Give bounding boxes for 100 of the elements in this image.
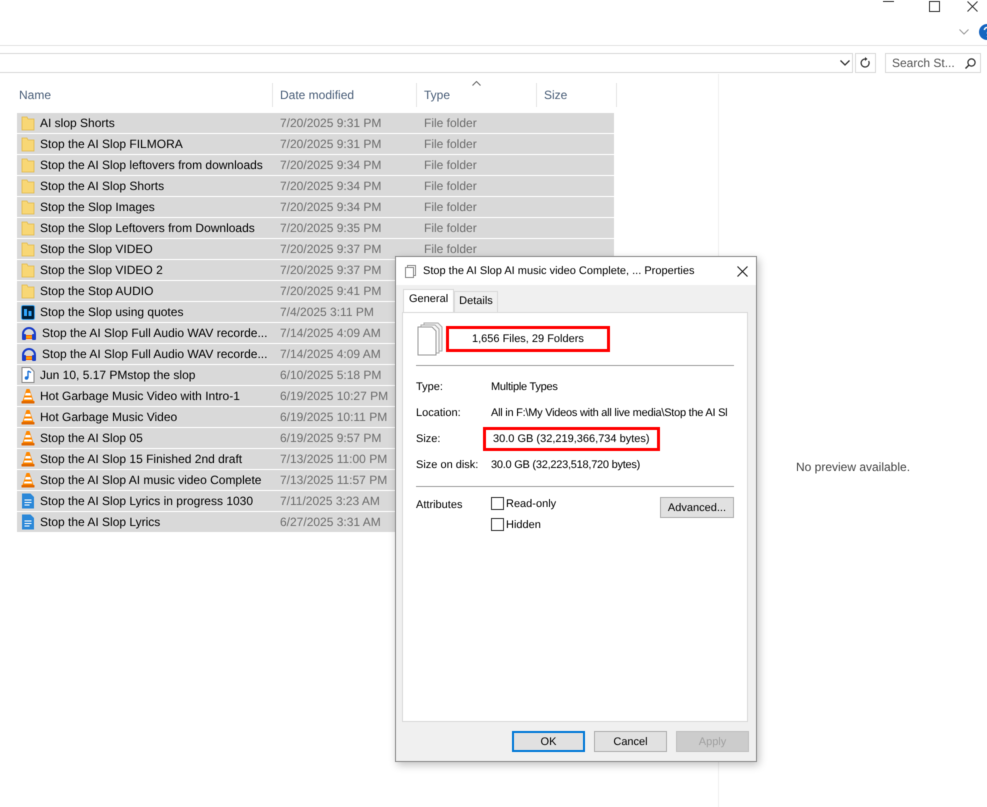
refresh-icon xyxy=(860,57,871,69)
file-name: Stop the AI Slop FILMORA xyxy=(40,137,183,151)
preview-message: No preview available. xyxy=(796,460,910,474)
file-row[interactable]: Stop the Slop Leftovers from Downloads 7/20/2025 9:35 PM File folder xyxy=(17,218,614,239)
file-type: File folder xyxy=(424,200,477,214)
folder-icon xyxy=(21,200,35,214)
file-type: File folder xyxy=(424,221,477,235)
maximize-icon[interactable] xyxy=(928,1,940,12)
date-modified: 7/4/2025 3:11 PM xyxy=(280,305,374,319)
close-icon[interactable] xyxy=(966,1,978,12)
property-label: Size on disk: xyxy=(416,459,480,471)
help-icon[interactable] xyxy=(977,24,987,40)
folder-icon xyxy=(21,220,35,236)
file-row[interactable]: Stop the AI Slop FILMORA 7/20/2025 9:31 PM File folder xyxy=(17,134,614,155)
checkbox[interactable] xyxy=(491,497,504,510)
date-modified: 7/14/2025 4:09 AM xyxy=(280,347,381,361)
headphones-icon xyxy=(21,326,37,340)
file-name: Hot Garbage Music Video with Intro-1 xyxy=(40,389,240,403)
file-name: Stop the AI Slop Full Audio WAV recorde... xyxy=(42,347,268,361)
file-name: Stop the AI Slop Lyrics in progress 1030 xyxy=(40,494,254,508)
folder-icon xyxy=(21,284,35,298)
file-name: Stop the AI Slop AI music video Complete xyxy=(40,473,262,487)
tab[interactable]: General xyxy=(403,289,454,312)
date-modified: 6/19/2025 10:11 PM xyxy=(280,410,388,424)
date-modified: 7/13/2025 11:00 PM xyxy=(280,452,388,466)
property-label: Size: xyxy=(416,433,442,445)
file-count: 1,656 Files, 29 Folders xyxy=(472,333,584,345)
search-field[interactable]: Search St... xyxy=(885,53,981,73)
date-modified: 7/20/2025 9:34 PM xyxy=(280,200,382,214)
file-name: Stop the AI Slop Shorts xyxy=(40,179,164,193)
folder-icon xyxy=(21,242,35,256)
checkbox-label: Hidden xyxy=(506,518,541,530)
file-type: File folder xyxy=(424,179,477,193)
file-name: Stop the Slop VIDEO xyxy=(40,242,153,256)
file-name: Stop the AI Slop 15 Finished 2nd draft xyxy=(40,452,242,466)
file-row[interactable]: Stop the Slop Images 7/20/2025 9:34 PM File folder xyxy=(17,197,614,218)
file-name: Stop the Slop Leftovers from Downloads xyxy=(40,221,255,235)
traffic-cone-icon xyxy=(21,388,35,404)
file-name: Stop the AI Slop Full Audio WAV recorde... xyxy=(42,326,268,340)
file-name: AI slop Shorts xyxy=(40,116,115,130)
headphones-icon xyxy=(21,346,37,362)
file-type: File folder xyxy=(424,242,477,256)
date-modified: 6/19/2025 9:57 PM xyxy=(280,431,382,445)
column-header[interactable]: Name xyxy=(17,83,273,107)
dialog-button[interactable]: Cancel xyxy=(594,731,667,752)
checkbox[interactable] xyxy=(491,518,504,531)
attributes-label: Attributes xyxy=(416,498,464,513)
file-name: Stop the Slop VIDEO 2 xyxy=(40,263,163,277)
traffic-cone-icon xyxy=(21,451,35,467)
date-modified: 7/14/2025 4:09 AM xyxy=(280,326,381,340)
date-modified: 7/20/2025 9:37 PM xyxy=(280,242,382,256)
documents-icon xyxy=(404,264,417,278)
date-modified: 6/19/2025 10:27 PM xyxy=(280,389,388,403)
file-row[interactable]: Stop the AI Slop Shorts 7/20/2025 9:34 PM File folder xyxy=(17,176,614,197)
file-type: File folder xyxy=(424,116,477,130)
folder-icon xyxy=(21,136,35,152)
file-name: Stop the AI Slop Lyrics xyxy=(40,515,160,529)
file-name: Stop the Slop using quotes xyxy=(40,305,184,319)
refresh-button[interactable] xyxy=(855,53,876,73)
document-icon xyxy=(21,493,35,509)
file-name: Hot Garbage Music Video xyxy=(40,410,178,424)
file-row[interactable]: Stop the AI Slop leftovers from downloads 7/20/2025 9:34 PM File folder xyxy=(17,155,614,176)
file-row[interactable]: AI slop Shorts 7/20/2025 9:31 PM File folder xyxy=(17,113,614,134)
chevron-down-icon[interactable] xyxy=(840,60,850,66)
column-header[interactable]: Size xyxy=(537,83,617,107)
date-modified: 7/20/2025 9:34 PM xyxy=(280,179,382,193)
file-row[interactable]: Stop the Slop VIDEO 7/20/2025 9:37 PM File folder xyxy=(17,239,614,260)
close-icon[interactable] xyxy=(737,266,748,276)
tab[interactable]: Details xyxy=(454,291,498,312)
image-editor-icon xyxy=(21,304,35,320)
column-header[interactable]: Date modified xyxy=(273,83,417,107)
file-name: Stop the Slop Images xyxy=(40,200,155,214)
column-header[interactable]: Type xyxy=(417,83,537,107)
file-name: Stop the AI Slop leftovers from downloads xyxy=(40,158,263,172)
date-modified: 7/20/2025 9:34 PM xyxy=(280,158,382,172)
traffic-cone-icon xyxy=(21,430,35,446)
minimize-icon[interactable] xyxy=(882,1,894,2)
folder-icon xyxy=(21,178,35,194)
traffic-cone-icon xyxy=(21,472,35,488)
checkbox-label: Read-only xyxy=(506,498,556,510)
search-icon xyxy=(965,58,976,69)
music-file-icon xyxy=(21,367,35,383)
file-type: File folder xyxy=(424,158,477,172)
file-type: File folder xyxy=(424,137,477,151)
advanced-button[interactable]: Advanced... xyxy=(660,497,734,518)
file-name: Jun 10, 5.17 PMstop the slop xyxy=(40,368,196,382)
date-modified: 7/13/2025 11:57 PM xyxy=(280,473,388,487)
document-icon xyxy=(21,514,35,530)
folder-icon xyxy=(21,116,35,130)
date-modified: 7/20/2025 9:41 PM xyxy=(280,284,382,298)
date-modified: 7/20/2025 9:35 PM xyxy=(280,221,382,235)
date-modified: 6/10/2025 5:18 PM xyxy=(280,368,382,382)
date-modified: 7/11/2025 3:23 AM xyxy=(280,494,380,508)
file-name: Stop the Stop AUDIO xyxy=(40,284,154,298)
folder-icon xyxy=(21,158,35,172)
date-modified: 6/27/2025 3:31 AM xyxy=(280,515,381,529)
date-modified: 7/20/2025 9:31 PM xyxy=(280,137,382,151)
folder-icon xyxy=(21,262,35,278)
files-icon xyxy=(416,322,444,356)
dialog-button[interactable]: OK xyxy=(512,731,585,752)
